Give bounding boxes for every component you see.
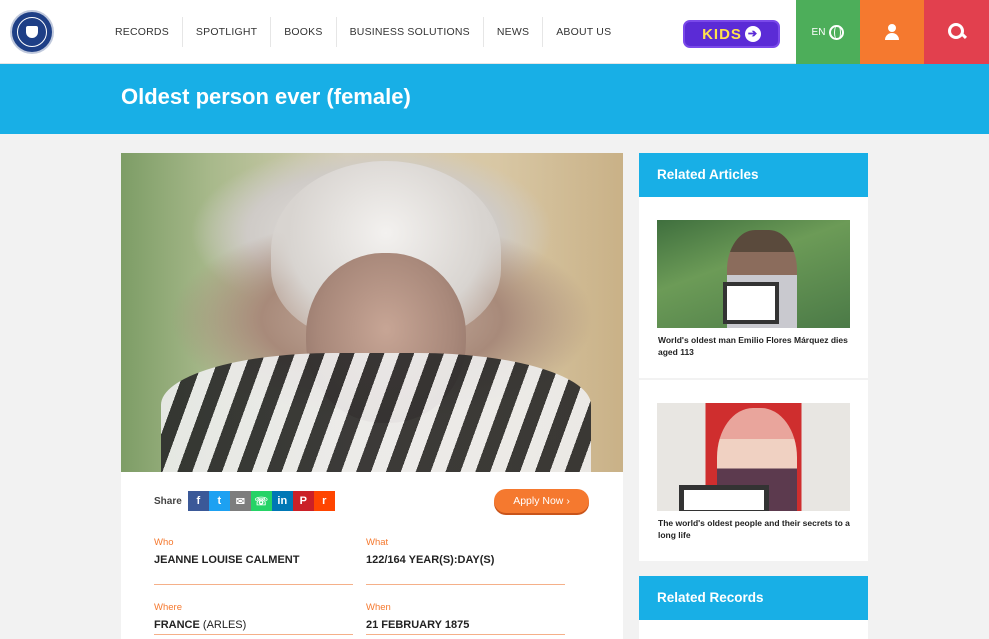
title-band: Oldest person ever (female) xyxy=(0,64,989,134)
when-field: When 21 FEBRUARY 1875 xyxy=(366,602,565,635)
article-card[interactable]: World's oldest man Emilio Flores Márquez… xyxy=(639,197,868,378)
user-icon xyxy=(884,24,900,40)
nav-news[interactable]: NEWS xyxy=(484,17,544,47)
where-field: Where FRANCE (ARLES) xyxy=(154,602,353,635)
what-value: 122/164 YEAR(S):DAY(S) xyxy=(366,554,495,566)
related-articles-heading: Related Articles xyxy=(639,153,868,197)
article-caption[interactable]: The world's oldest people and their secr… xyxy=(658,518,853,541)
apply-now-button[interactable]: Apply Now › xyxy=(494,489,589,513)
related-records-card xyxy=(639,620,868,639)
kids-button[interactable]: KIDS ➔ xyxy=(683,20,780,48)
nav-records[interactable]: RECORDS xyxy=(102,17,183,47)
when-label: When xyxy=(366,602,391,613)
nav-about-us[interactable]: ABOUT US xyxy=(543,17,624,47)
what-label: What xyxy=(366,537,389,548)
page-title: Oldest person ever (female) xyxy=(121,84,411,109)
article-thumbnail[interactable] xyxy=(657,220,850,328)
record-photo xyxy=(121,153,623,472)
where-value: FRANCE xyxy=(154,619,200,631)
globe-icon xyxy=(829,24,845,40)
nav-spotlight[interactable]: SPOTLIGHT xyxy=(183,17,272,47)
kids-label: KIDS xyxy=(702,25,742,43)
language-selector[interactable]: EN xyxy=(796,0,860,64)
chevron-right-icon: › xyxy=(566,495,570,507)
language-code: EN xyxy=(811,26,826,38)
who-label: Who xyxy=(154,537,174,548)
where-label: Where xyxy=(154,602,182,613)
search-button[interactable] xyxy=(924,0,989,64)
who-field: Who JEANNE LOUISE CALMENT xyxy=(154,537,353,585)
article-card[interactable]: The world's oldest people and their secr… xyxy=(639,380,868,561)
twitter-icon[interactable]: t xyxy=(208,491,230,511)
who-value: JEANNE LOUISE CALMENT xyxy=(154,554,300,566)
whatsapp-icon[interactable]: ☏ xyxy=(250,491,272,511)
share-label: Share xyxy=(154,495,182,507)
pinterest-icon[interactable]: P xyxy=(292,491,314,511)
facebook-icon[interactable]: f xyxy=(187,491,209,511)
share-bar: Share f t ✉ ☏ in P r xyxy=(154,491,335,511)
main-nav: RECORDS SPOTLIGHT BOOKS BUSINESS SOLUTIO… xyxy=(102,17,624,47)
guinness-logo[interactable] xyxy=(10,10,54,54)
where-extra: (ARLES) xyxy=(202,619,247,631)
search-icon xyxy=(947,23,966,41)
what-field: What 122/164 YEAR(S):DAY(S) xyxy=(366,537,565,585)
related-records-heading: Related Records xyxy=(639,576,868,620)
arrow-right-icon: ➔ xyxy=(744,26,761,42)
reddit-icon[interactable]: r xyxy=(313,491,335,511)
article-caption[interactable]: World's oldest man Emilio Flores Márquez… xyxy=(658,335,853,358)
linkedin-icon[interactable]: in xyxy=(271,491,293,511)
site-header: RECORDS SPOTLIGHT BOOKS BUSINESS SOLUTIO… xyxy=(0,0,989,64)
when-value: 21 FEBRUARY 1875 xyxy=(366,619,470,631)
nav-business-solutions[interactable]: BUSINESS SOLUTIONS xyxy=(337,17,484,47)
record-card: Share f t ✉ ☏ in P r Apply Now › Who JEA… xyxy=(121,153,623,639)
article-thumbnail[interactable] xyxy=(657,403,850,511)
email-icon[interactable]: ✉ xyxy=(229,491,251,511)
account-button[interactable] xyxy=(860,0,924,64)
nav-books[interactable]: BOOKS xyxy=(271,17,337,47)
apply-now-label: Apply Now xyxy=(513,495,564,507)
